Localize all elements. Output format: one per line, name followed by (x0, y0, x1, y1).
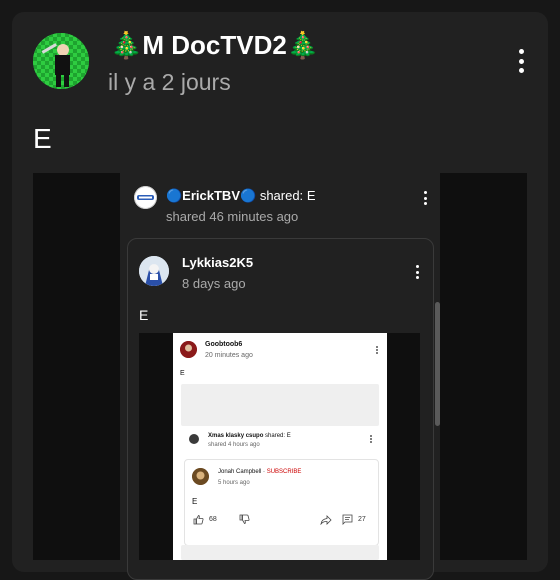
nested-avatar-icon (180, 341, 197, 358)
nested-share-timestamp: shared 4 hours ago (208, 442, 260, 448)
nested-share-header: Xmas klasky csupo shared: E (208, 433, 291, 439)
shared-text: E (306, 188, 316, 203)
shared-word: shared: (259, 188, 304, 203)
original-menu-icon (415, 265, 419, 279)
jonah-name: Jonah Campbell (218, 469, 262, 475)
share-header: 🔵ErickTBV🔵 shared: E (166, 188, 315, 204)
jonah-header: Jonah Campbell · SUBSCRIBE (218, 469, 301, 475)
nested-share-menu-icon (370, 435, 372, 443)
nested-sharer-avatar (189, 434, 199, 444)
post-menu-icon[interactable] (517, 49, 525, 73)
original-body: E (139, 307, 149, 323)
nested-sharer-name: Xmas klasky csupo (208, 433, 264, 439)
nested-body: E (180, 370, 185, 377)
share-timestamp: shared 46 minutes ago (166, 209, 299, 224)
separator: · (263, 469, 266, 475)
nested-author-name: Goobtoob6 (205, 341, 243, 348)
avatar[interactable] (33, 33, 89, 89)
jonah-body: E (192, 497, 198, 506)
original-timestamp: 8 days ago (182, 276, 246, 291)
comment-icon (342, 514, 353, 525)
post-timestamp[interactable]: il y a 2 jours (108, 69, 231, 96)
nested-shared-text: E (286, 433, 291, 439)
original-author-avatar (139, 256, 169, 286)
nested-author-avatar (180, 341, 197, 358)
jonah-avatar-icon (192, 468, 209, 485)
nested-shared-word: shared: (265, 433, 286, 439)
share-icon (320, 515, 332, 525)
original-avatar-image (139, 256, 169, 286)
thumbs-down-icon (239, 514, 250, 524)
scrollbar (435, 302, 440, 426)
sharer-name: 🔵ErickTBV🔵 (166, 188, 257, 203)
jonah-avatar (192, 468, 209, 485)
subscribe-link: SUBSCRIBE (266, 469, 302, 475)
sharer-avatar (134, 186, 157, 209)
thumbs-up-icon (193, 515, 204, 525)
placeholder-block (181, 384, 379, 426)
sharer-logo-icon (134, 186, 157, 209)
avatar-image (33, 33, 89, 89)
placeholder-block-bottom (181, 545, 379, 560)
post-author-name[interactable]: 🎄M DocTVD2🎄 (110, 30, 319, 61)
share-menu-icon (423, 191, 427, 205)
like-count: 68 (209, 516, 217, 523)
nested-timestamp: 20 minutes ago (205, 352, 253, 359)
nested-menu-icon (376, 346, 378, 354)
original-author-name: Lykkias2K5 (182, 255, 254, 270)
post-body: E (33, 123, 52, 154)
jonah-timestamp: 5 hours ago (218, 480, 250, 486)
comment-count: 27 (358, 516, 366, 523)
